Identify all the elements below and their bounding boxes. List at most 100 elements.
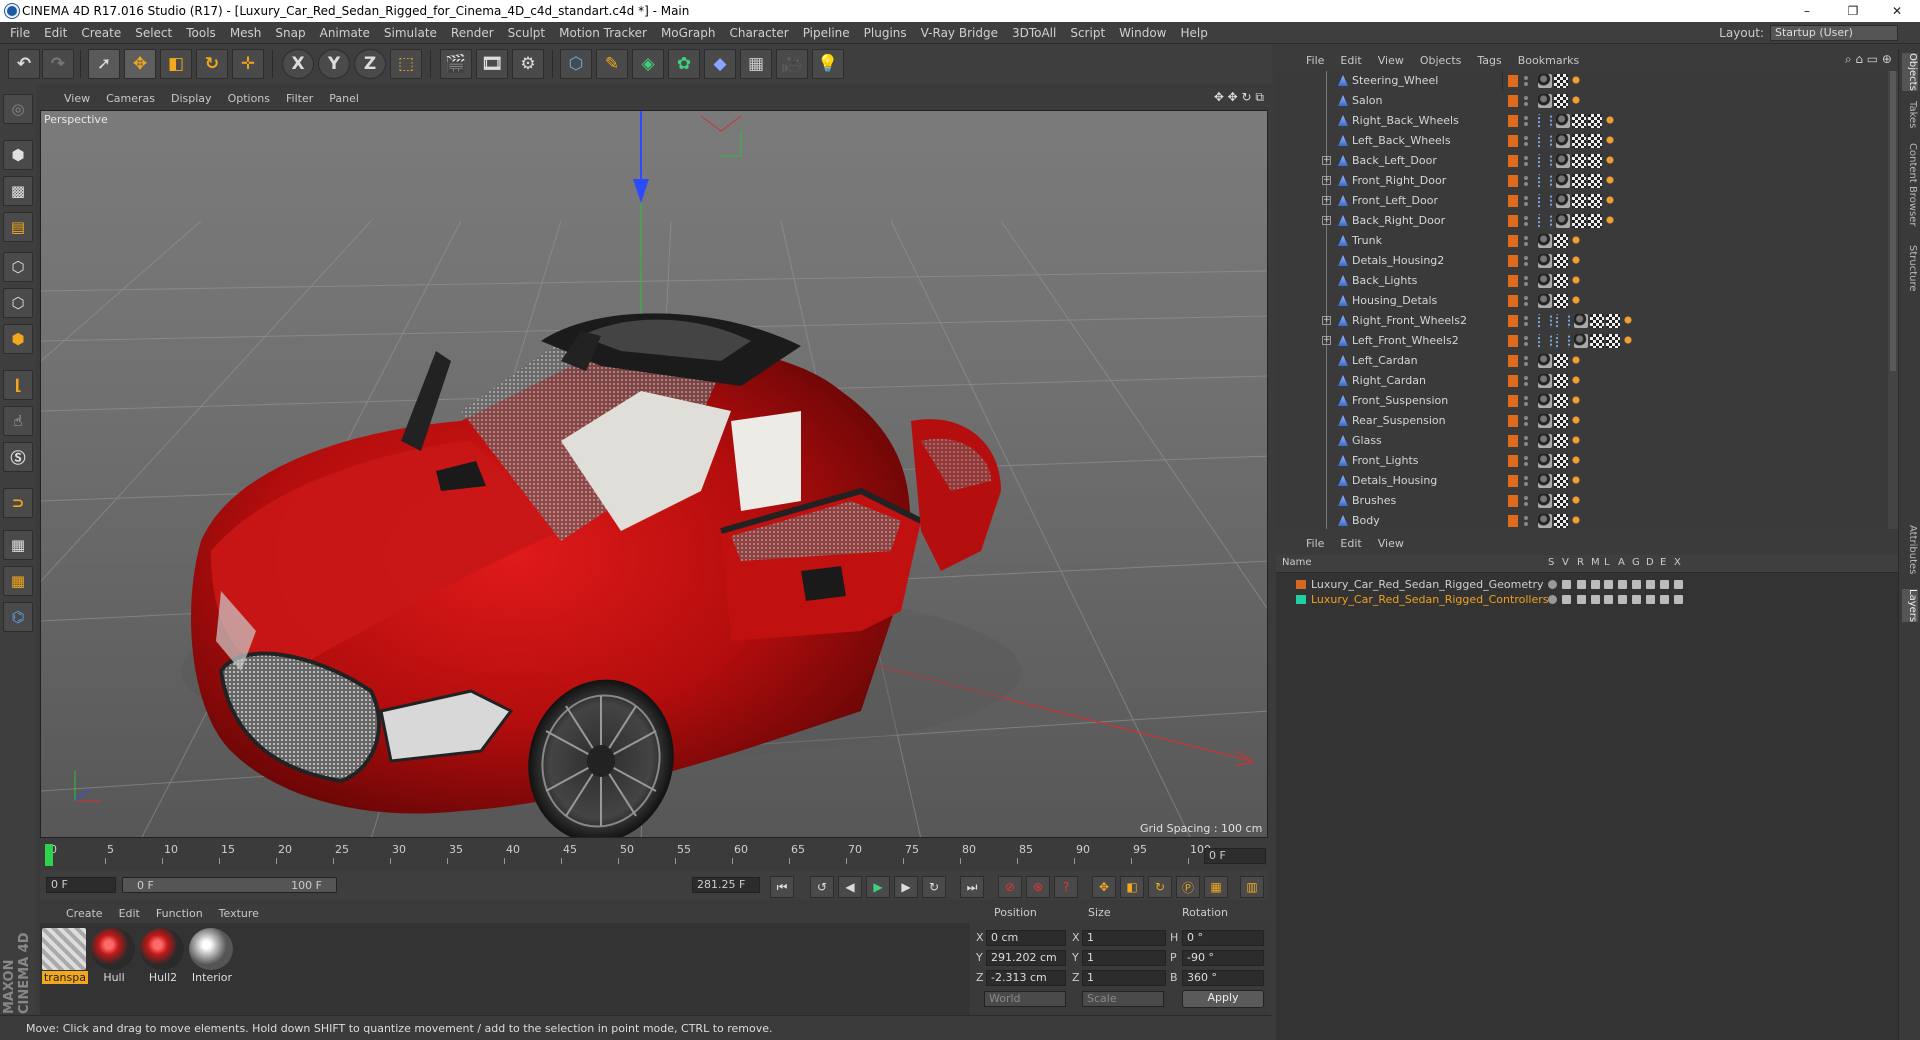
texture-tag-icon[interactable]	[1572, 134, 1586, 148]
render-visibility-dot[interactable]	[1524, 182, 1528, 186]
phong-tag-icon[interactable]	[1538, 274, 1552, 288]
layer-color-swatch[interactable]	[1508, 395, 1518, 407]
make-editable-icon[interactable]: ◎	[3, 94, 33, 124]
ik-tag-icon[interactable]	[1570, 474, 1582, 486]
playhead-marker[interactable]	[45, 844, 53, 866]
layer-color-swatch[interactable]	[1508, 495, 1518, 507]
render-visibility-dot[interactable]	[1524, 422, 1528, 426]
layer-toggle-icon[interactable]	[1618, 580, 1627, 589]
key-rotation-icon[interactable]: ↻	[1148, 876, 1172, 898]
expand-toggle-icon[interactable]: +	[1322, 336, 1331, 345]
workplane-grid-icon[interactable]: ▦	[3, 530, 33, 560]
texture-tag-icon[interactable]	[1554, 454, 1568, 468]
render-visibility-dot[interactable]	[1524, 462, 1528, 466]
key-position-icon[interactable]: ✥	[1092, 876, 1116, 898]
texture-tag-icon[interactable]	[1554, 74, 1568, 88]
layer-toggle-icon[interactable]	[1548, 595, 1557, 604]
layer-column-a[interactable]: A	[1618, 557, 1625, 568]
editor-visibility-dot[interactable]	[1524, 456, 1528, 460]
render-visibility-dot[interactable]	[1524, 482, 1528, 486]
object-manager-search-icons[interactable]: ⌕ ⌂ ▭ ⊕	[1845, 52, 1892, 67]
texture-tag-icon[interactable]	[1554, 374, 1568, 388]
locked-workplane-icon[interactable]: ▦	[3, 566, 33, 596]
rotate-icon[interactable]: ↻	[196, 49, 228, 79]
texture-tag-icon[interactable]	[1572, 174, 1586, 188]
phong-tag-icon[interactable]	[1556, 194, 1570, 208]
layer-menu-view[interactable]: View	[1378, 537, 1404, 550]
layer-color-swatch[interactable]	[1508, 475, 1518, 487]
expand-toggle-icon[interactable]: +	[1322, 196, 1331, 205]
editor-visibility-dot[interactable]	[1524, 516, 1528, 520]
menu-character[interactable]: Character	[729, 26, 788, 40]
transform-icon[interactable]: ✛	[232, 49, 264, 79]
phong-tag-icon[interactable]	[1556, 134, 1570, 148]
coordinate-mode-dropdown[interactable]: World	[984, 991, 1066, 1007]
step-back-icon[interactable]: ◀	[838, 876, 862, 898]
ik-tag-icon[interactable]	[1570, 274, 1582, 286]
editor-visibility-dot[interactable]	[1524, 476, 1528, 480]
editor-visibility-dot[interactable]	[1524, 276, 1528, 280]
layer-toggle-icon[interactable]	[1577, 595, 1586, 604]
render-visibility-dot[interactable]	[1524, 202, 1528, 206]
layer-color-swatch[interactable]	[1508, 155, 1518, 167]
deformer-icon[interactable]: ◆	[704, 49, 736, 79]
texture-tag-icon[interactable]	[1606, 334, 1620, 348]
texture-tag-icon[interactable]	[1588, 114, 1602, 128]
render-visibility-dot[interactable]	[1524, 122, 1528, 126]
menu-3dtoall[interactable]: 3DToAll	[1012, 26, 1056, 40]
keyframe-selection-icon[interactable]: ?	[1054, 876, 1078, 898]
layer-color-swatch[interactable]	[1508, 215, 1518, 227]
ik-tag-icon[interactable]	[1604, 154, 1616, 166]
layer-color-swatch[interactable]	[1508, 515, 1518, 527]
position-x-field[interactable]: 0 cm	[986, 930, 1066, 946]
layer-column-name[interactable]: Name	[1282, 557, 1312, 568]
render-visibility-dot[interactable]	[1524, 82, 1528, 86]
texture-tag-icon[interactable]	[1590, 314, 1604, 328]
render-visibility-dot[interactable]	[1524, 322, 1528, 326]
magnet-icon[interactable]: ⊃	[3, 488, 33, 518]
constraint-tag-icon[interactable]	[1538, 154, 1552, 168]
object-row[interactable]: Front_Suspension	[1276, 391, 1898, 411]
menu-tools[interactable]: Tools	[186, 26, 216, 40]
render-picture-viewer-icon[interactable]: 🎞	[476, 49, 508, 79]
texture-tag-icon[interactable]	[1588, 174, 1602, 188]
object-row[interactable]: Detals_Housing	[1276, 471, 1898, 491]
layer-menu-edit[interactable]: Edit	[1340, 537, 1361, 550]
layer-color-swatch[interactable]	[1508, 455, 1518, 467]
texture-tag-icon[interactable]	[1554, 474, 1568, 488]
viewport-menu-display[interactable]: Display	[171, 92, 212, 105]
phong-tag-icon[interactable]	[1538, 374, 1552, 388]
polygons-mode-icon[interactable]: ⬢	[3, 324, 33, 354]
phong-tag-icon[interactable]	[1538, 474, 1552, 488]
object-row[interactable]: Glass	[1276, 431, 1898, 451]
ik-tag-icon[interactable]	[1622, 334, 1634, 346]
camera-icon[interactable]: 🎥	[776, 49, 808, 79]
side-tab-layers[interactable]: Layers	[1902, 589, 1918, 623]
menu-select[interactable]: Select	[135, 26, 172, 40]
points-mode-icon[interactable]: ⬡	[3, 252, 33, 282]
side-tab-attributes[interactable]: Attributes	[1902, 525, 1918, 574]
constraint-tag-icon[interactable]	[1538, 334, 1552, 348]
layer-color-swatch[interactable]	[1508, 255, 1518, 267]
menu-sculpt[interactable]: Sculpt	[508, 26, 545, 40]
snap-icon[interactable]: Ⓢ	[3, 442, 33, 472]
phong-tag-icon[interactable]	[1538, 414, 1552, 428]
array-icon[interactable]: ✿	[668, 49, 700, 79]
layer-color-swatch[interactable]	[1508, 95, 1518, 107]
phong-tag-icon[interactable]	[1538, 494, 1552, 508]
object-row[interactable]: Body	[1276, 511, 1898, 529]
viewport-menu-options[interactable]: Options	[228, 92, 270, 105]
menu-help[interactable]: Help	[1180, 26, 1207, 40]
cube-object-icon[interactable]: ⬡	[560, 49, 592, 79]
editor-visibility-dot[interactable]	[1524, 376, 1528, 380]
render-visibility-dot[interactable]	[1524, 142, 1528, 146]
object-menu-file[interactable]: File	[1306, 54, 1324, 67]
layer-color-swatch[interactable]	[1296, 580, 1306, 589]
size-y-field[interactable]: 1	[1082, 950, 1166, 966]
layer-color-swatch[interactable]	[1508, 195, 1518, 207]
layer-column-l[interactable]: L	[1604, 557, 1610, 568]
redo-icon[interactable]: ↷	[42, 49, 74, 79]
editor-visibility-dot[interactable]	[1524, 176, 1528, 180]
layer-toggle-icon[interactable]	[1646, 595, 1655, 604]
layer-color-swatch[interactable]	[1508, 275, 1518, 287]
